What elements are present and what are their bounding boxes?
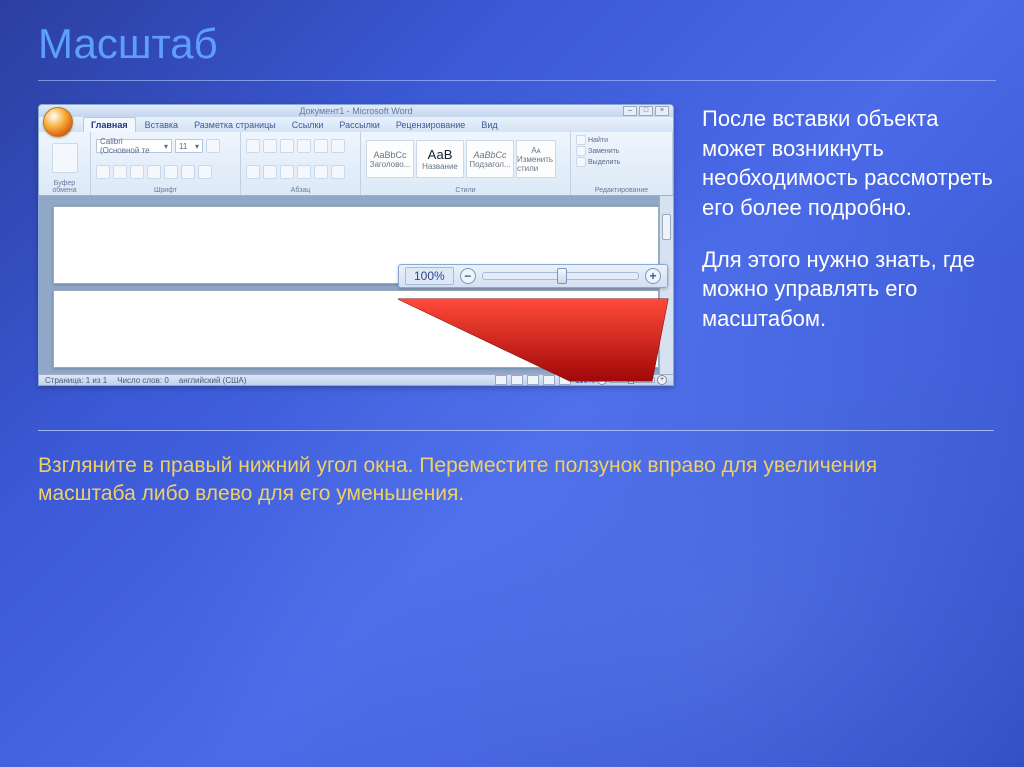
tab-references[interactable]: Ссылки: [285, 118, 331, 132]
side-paragraph-2: Для этого нужно знать, где можно управля…: [702, 245, 994, 334]
bullets-button[interactable]: [246, 139, 260, 153]
paste-button[interactable]: [52, 143, 78, 173]
style-preview-1[interactable]: AaBbCcЗаголово...: [366, 140, 414, 178]
style-preview-3[interactable]: AaBbCcПодзагол...: [466, 140, 514, 178]
align-left-button[interactable]: [246, 165, 260, 179]
status-wordcount[interactable]: Число слов: 0: [117, 376, 169, 385]
tab-mailings[interactable]: Рассылки: [332, 118, 386, 132]
view-reading-button[interactable]: [511, 375, 523, 385]
font-group-label: Шрифт: [96, 187, 235, 194]
window-titlebar: Документ1 - Microsoft Word – □ ×: [39, 105, 673, 117]
view-outline-button[interactable]: [543, 375, 555, 385]
maximize-button[interactable]: □: [639, 106, 653, 116]
status-bar: Страница: 1 из 1 Число слов: 0 английски…: [39, 374, 673, 385]
view-draft-button[interactable]: [559, 375, 571, 385]
style-sample-text: AaBbCc: [373, 150, 406, 160]
tab-insert[interactable]: Вставка: [138, 118, 185, 132]
italic-button[interactable]: [96, 165, 110, 179]
replace-button[interactable]: Заменить: [588, 148, 619, 155]
font-color-button[interactable]: [181, 165, 195, 179]
section-divider: [38, 430, 994, 431]
line-spacing-button[interactable]: [314, 165, 328, 179]
tab-view[interactable]: Вид: [474, 118, 504, 132]
slide-side-text: После вставки объекта может возникнуть н…: [702, 104, 994, 356]
title-underline: [38, 80, 996, 81]
paragraph-group-label: Абзац: [246, 187, 355, 194]
align-center-button[interactable]: [263, 165, 277, 179]
style-preview-2[interactable]: АаВНазвание: [416, 140, 464, 178]
chevron-down-icon: ▾: [164, 142, 168, 151]
status-zoom-knob[interactable]: [628, 376, 634, 384]
tab-review[interactable]: Рецензирование: [389, 118, 473, 132]
tab-layout[interactable]: Разметка страницы: [187, 118, 283, 132]
underline-button[interactable]: [113, 165, 127, 179]
status-zoom-in-button[interactable]: +: [657, 375, 667, 385]
find-button[interactable]: Найти: [588, 137, 608, 144]
font-size-value: 11: [179, 142, 187, 151]
status-zoom-percent[interactable]: 110%: [575, 376, 595, 385]
font-size-combo[interactable]: 11 ▾: [175, 139, 203, 153]
document-page[interactable]: [53, 290, 659, 368]
editing-group-label: Редактирование: [576, 187, 667, 194]
justify-button[interactable]: [297, 165, 311, 179]
indent-inc-button[interactable]: [314, 139, 328, 153]
zoom-callout-bar: 100% − +: [398, 264, 668, 288]
view-web-button[interactable]: [527, 375, 539, 385]
strike-button[interactable]: [130, 165, 144, 179]
word-window: Документ1 - Microsoft Word – □ × Главная…: [38, 104, 674, 386]
side-paragraph-1: После вставки объекта может возникнуть н…: [702, 104, 994, 223]
indent-dec-button[interactable]: [297, 139, 311, 153]
multilevel-button[interactable]: [280, 139, 294, 153]
chevron-down-icon: ▾: [195, 142, 199, 151]
status-language[interactable]: английский (США): [179, 376, 247, 385]
style-caption: Заголово...: [370, 160, 411, 169]
ribbon-tabs: Главная Вставка Разметка страницы Ссылки…: [39, 117, 673, 132]
change-styles-button[interactable]: AᴀИзменить стили: [516, 140, 556, 178]
highlight-button[interactable]: [198, 165, 212, 179]
status-page[interactable]: Страница: 1 из 1: [45, 376, 107, 385]
subscript-button[interactable]: [147, 165, 161, 179]
style-sample-text: AaBbCc: [473, 150, 506, 160]
select-icon: [576, 157, 586, 167]
find-icon: [576, 135, 586, 145]
change-styles-label: Изменить стили: [517, 155, 555, 173]
window-title: Документ1 - Microsoft Word: [299, 106, 412, 116]
style-sample-text: АаВ: [428, 147, 453, 162]
scrollbar-thumb[interactable]: [662, 214, 671, 240]
superscript-button[interactable]: [164, 165, 178, 179]
style-caption: Название: [422, 162, 458, 171]
shading-button[interactable]: [331, 165, 345, 179]
ribbon: Буфер обмена Calibri (Основной те▾ 11▾ Ш…: [39, 132, 673, 196]
zoom-slider-track[interactable]: [482, 272, 639, 280]
tab-home[interactable]: Главная: [83, 117, 136, 132]
slide-title: Масштаб: [38, 20, 218, 68]
font-name-value: Calibri (Основной те: [100, 137, 164, 155]
style-caption: Подзагол...: [469, 160, 510, 169]
zoom-in-button[interactable]: +: [645, 268, 661, 284]
replace-icon: [576, 146, 586, 156]
view-print-layout-button[interactable]: [495, 375, 507, 385]
sort-button[interactable]: [331, 139, 345, 153]
zoom-percent-box[interactable]: 100%: [405, 267, 454, 285]
slide-bottom-text: Взгляните в правый нижний угол окна. Пер…: [38, 452, 964, 509]
select-button[interactable]: Выделить: [588, 159, 620, 166]
styles-icon: Aᴀ: [531, 146, 540, 155]
bold-button[interactable]: [206, 139, 220, 153]
close-button[interactable]: ×: [655, 106, 669, 116]
office-button[interactable]: [43, 107, 73, 137]
zoom-slider-knob[interactable]: [557, 268, 567, 284]
numbering-button[interactable]: [263, 139, 277, 153]
font-name-combo[interactable]: Calibri (Основной те▾: [96, 139, 172, 153]
align-right-button[interactable]: [280, 165, 294, 179]
status-zoom-slider[interactable]: [609, 377, 655, 383]
zoom-out-button[interactable]: −: [460, 268, 476, 284]
clipboard-group-label: Буфер обмена: [44, 180, 85, 194]
styles-group-label: Стили: [366, 187, 565, 194]
minimize-button[interactable]: –: [623, 106, 637, 116]
status-zoom-out-button[interactable]: –: [597, 375, 607, 385]
